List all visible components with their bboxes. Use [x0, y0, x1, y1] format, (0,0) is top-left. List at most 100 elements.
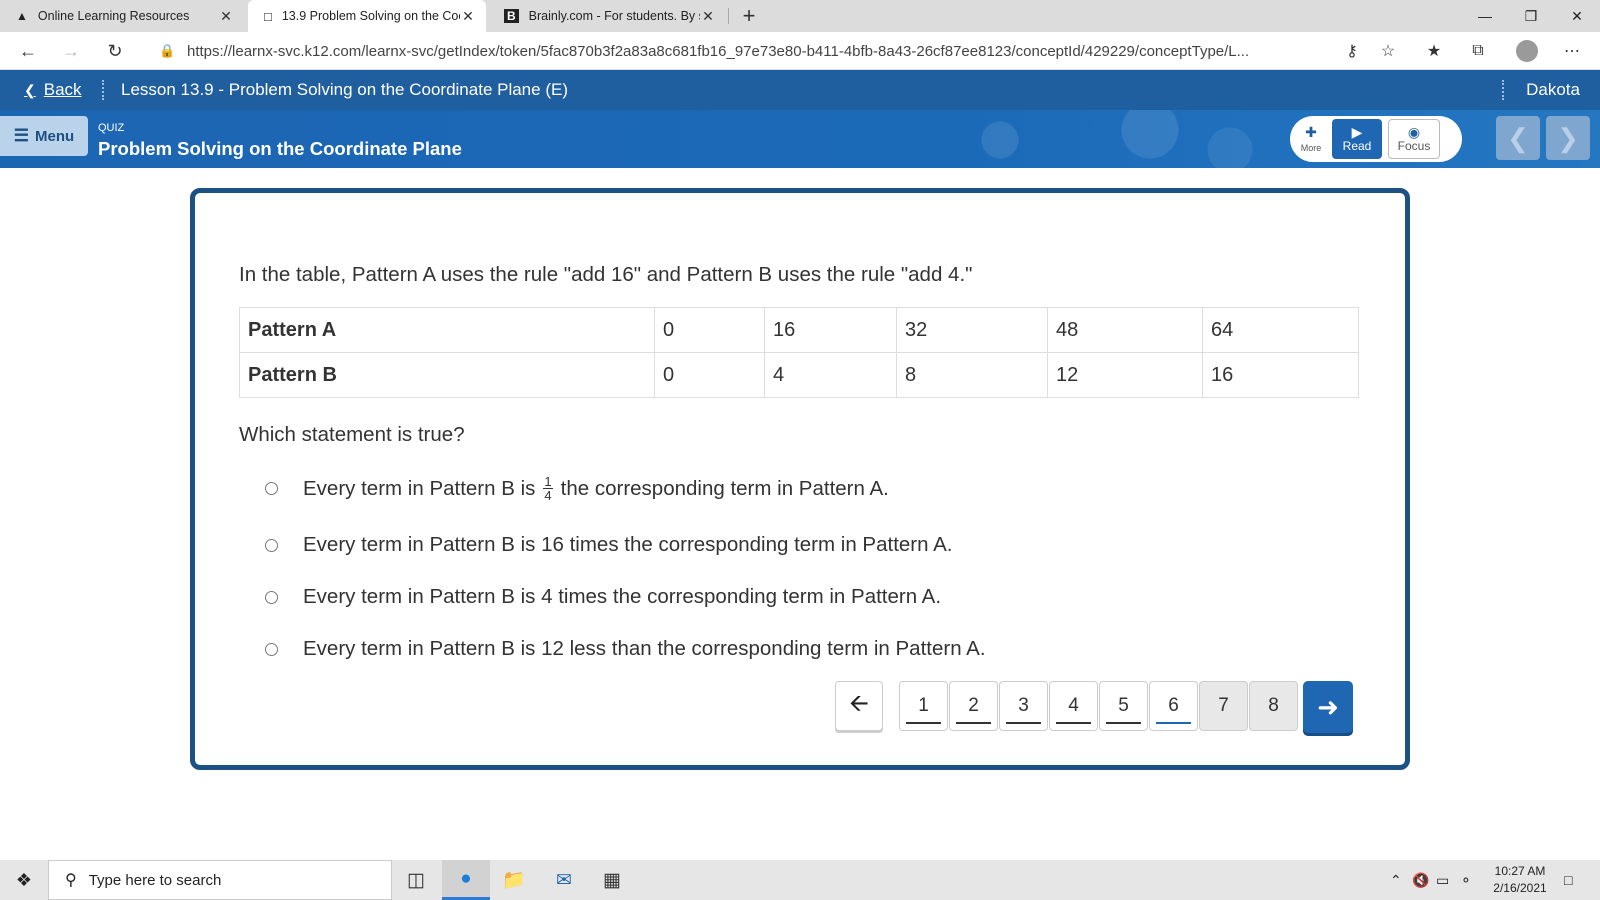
page-button-4[interactable]: 4 [1049, 681, 1098, 731]
collections-icon[interactable]: ⧉ [1464, 38, 1492, 64]
url-text: https://learnx-svc.k12.com/learnx-svc/ge… [187, 42, 1250, 60]
taskbar-search-input[interactable]: ⚲ Type here to search [48, 860, 392, 900]
address-toolbar: ← → ↻ 🔒 https://learnx-svc.k12.com/learn… [0, 32, 1600, 70]
visited-underline [906, 722, 941, 724]
radio-button[interactable] [265, 590, 278, 604]
browser-tab-brainly[interactable]: B Brainly.com - For students. By stu ✕ [488, 0, 726, 32]
divider [102, 80, 104, 100]
more-button[interactable]: ✚ More [1294, 119, 1328, 159]
option-text: Every term in Pattern B is 12 less than … [303, 637, 986, 660]
profile-avatar[interactable] [1516, 40, 1538, 62]
battery-icon[interactable]: ▭ [1436, 860, 1449, 900]
file-explorer-icon[interactable]: 📁 [490, 860, 538, 900]
radio-button[interactable] [265, 642, 278, 656]
divider [1502, 80, 1504, 100]
answer-option-4[interactable]: Every term in Pattern B is 12 less than … [265, 637, 986, 661]
hamburger-icon: ☰ [13, 126, 30, 145]
page-number: 3 [1018, 695, 1029, 716]
read-button[interactable]: ▶ Read [1332, 119, 1382, 159]
page-button-3[interactable]: 3 [999, 681, 1048, 731]
play-icon: ▶ [1351, 124, 1363, 140]
page-button-1[interactable]: 1 [899, 681, 948, 731]
answer-option-3[interactable]: Every term in Pattern B is 4 times the c… [265, 585, 941, 609]
tray-chevron-up-icon[interactable]: ⌃ [1390, 860, 1402, 900]
page-button-6[interactable]: 6 [1149, 681, 1198, 731]
windows-start-icon[interactable]: ❖ [0, 860, 48, 900]
focus-label: Focus [1397, 139, 1431, 153]
menu-button[interactable]: ☰ Menu [0, 116, 88, 156]
volume-muted-icon[interactable]: 🔇 [1412, 860, 1429, 900]
visited-underline [1106, 722, 1141, 724]
restore-icon[interactable]: ❐ [1508, 0, 1554, 32]
browser-tab-problem-solving[interactable]: □ 13.9 Problem Solving on the Coo ✕ [248, 0, 486, 32]
user-name[interactable]: Dakota [1526, 70, 1580, 110]
brainly-icon: B [504, 9, 519, 23]
refresh-icon[interactable]: ↻ [99, 35, 131, 67]
page-button-2[interactable]: 2 [949, 681, 998, 731]
option-text: Every term in Pattern B is 4 times the c… [303, 585, 942, 608]
tab-title: Online Learning Resources [37, 9, 190, 23]
back-arrow-icon[interactable]: ← [12, 35, 44, 67]
table-cell: 16 [764, 307, 897, 353]
favorites-icon[interactable]: ★ [1420, 38, 1448, 64]
task-view-icon[interactable]: ◫ [392, 860, 440, 900]
next-page-arrow[interactable]: ❯ [1546, 116, 1590, 160]
fraction-numerator: 1 [543, 474, 553, 489]
quiz-card: In the table, Pattern A uses the rule "a… [190, 188, 1410, 770]
visited-underline [1006, 722, 1041, 724]
favorite-add-icon[interactable]: ☆ [1374, 38, 1402, 64]
option-text: Every term in Pattern B is [303, 476, 536, 500]
network-icon[interactable]: ⚬ [1460, 860, 1472, 900]
search-placeholder: Type here to search [88, 871, 222, 889]
next-question-button[interactable]: ➜ [1303, 681, 1353, 733]
url-bar[interactable]: 🔒 https://learnx-svc.k12.com/learnx-svc/… [145, 36, 1325, 66]
new-tab-button[interactable]: + [733, 0, 765, 32]
radio-button[interactable] [265, 482, 278, 495]
page-button-5[interactable]: 5 [1099, 681, 1148, 731]
option-text: Every term in Pattern B is 16 times the … [303, 533, 953, 556]
lesson-bar: ❮ Back Lesson 13.9 - Problem Solving on … [0, 70, 1600, 110]
tab-title: Brainly.com - For students. By stu [528, 9, 700, 23]
table-cell: 0 [654, 307, 765, 353]
taskbar-clock[interactable]: 10:27 AM 2/16/2021 [1482, 863, 1558, 897]
forward-arrow-icon[interactable]: → [55, 35, 87, 67]
visited-underline [956, 722, 991, 724]
page-number: 8 [1268, 695, 1279, 716]
focus-button[interactable]: ◉ Focus [1388, 119, 1440, 159]
table-cell: 8 [896, 352, 1048, 398]
close-icon[interactable]: ✕ [218, 8, 234, 24]
notifications-icon[interactable]: □ [1564, 860, 1572, 900]
clock-date: 2/16/2021 [1493, 881, 1547, 895]
page-number: 1 [918, 695, 929, 716]
previous-page-arrow[interactable]: ❮ [1496, 116, 1540, 160]
arrow-right-icon: ➜ [1317, 691, 1339, 722]
window-close-icon[interactable]: ✕ [1554, 0, 1600, 32]
table-cell: 16 [1202, 352, 1359, 398]
more-label: More [1300, 143, 1322, 153]
quiz-type-label: QUIZ [98, 122, 125, 134]
previous-question-button[interactable]: 🡨 [835, 681, 883, 731]
minimize-icon[interactable]: — [1462, 0, 1508, 32]
browser-tab-online-learning[interactable]: ▲ Online Learning Resources ✕ [0, 0, 244, 32]
answer-option-2[interactable]: Every term in Pattern B is 16 times the … [265, 533, 952, 557]
document-icon: □ [264, 8, 272, 24]
close-icon[interactable]: ✕ [460, 8, 476, 24]
close-icon[interactable]: ✕ [700, 8, 716, 24]
answer-option-1[interactable]: Every term in Pattern B is 1 4 the corre… [265, 475, 889, 502]
app-icon[interactable]: ▦ [588, 860, 636, 900]
table-cell: 32 [896, 307, 1048, 353]
question-text: In the table, Pattern A uses the rule "a… [239, 263, 973, 286]
table-cell: 4 [764, 352, 897, 398]
page-button-7[interactable]: 7 [1199, 681, 1248, 731]
fraction: 1 4 [543, 474, 553, 503]
page-button-8[interactable]: 8 [1249, 681, 1298, 731]
mail-icon[interactable]: ✉ [540, 860, 588, 900]
edge-browser-icon[interactable]: ● [442, 860, 490, 900]
more-menu-icon[interactable]: ⋯ [1558, 38, 1586, 64]
page-number: 7 [1218, 695, 1229, 716]
fraction-denominator: 4 [544, 488, 552, 503]
grid-icon[interactable]: ▦ [1442, 130, 1458, 147]
key-icon[interactable]: ⚷ [1338, 38, 1366, 64]
back-link[interactable]: ❮ Back [24, 70, 82, 110]
radio-button[interactable] [265, 538, 278, 552]
